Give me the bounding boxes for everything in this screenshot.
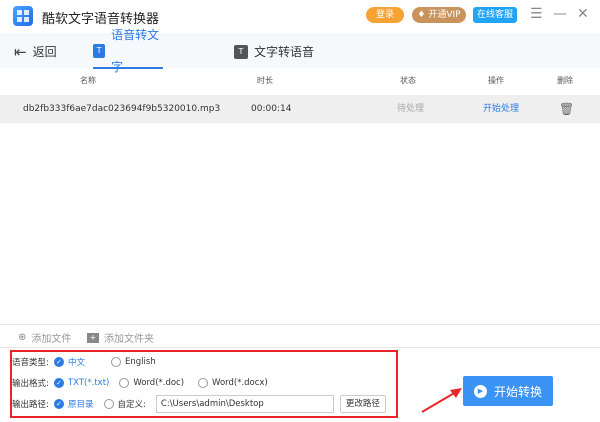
header-status: 状态 (400, 76, 416, 85)
table-row[interactable]: db2fb333f6ae7dac023694f9b5320010.mp3 00:… (0, 95, 600, 123)
app-logo-icon (13, 6, 33, 26)
radio-chinese[interactable]: ✓ 中文 (54, 356, 85, 368)
radio-docx[interactable]: Word(*.docx) (198, 378, 268, 388)
vip-label: 开通VIP (428, 10, 461, 20)
minimize-icon[interactable]: — (553, 6, 567, 22)
check-icon: ✓ (54, 357, 64, 367)
back-label: 返回 (32, 45, 57, 59)
radio-label: 中文 (68, 358, 86, 368)
back-icon: ⇤ (14, 43, 27, 61)
file-status: 待处理 (397, 104, 425, 114)
output-format-row: 输出格式: ✓ TXT(*.txt) Word(*.doc) Word(*.doc… (12, 373, 282, 393)
add-bar: ⊕ 添加文件 + 添加文件夹 (0, 324, 600, 348)
text-to-speech-icon: T (234, 45, 248, 59)
header-name: 名称 (80, 76, 96, 85)
close-icon[interactable]: ✕ (577, 6, 589, 22)
back-button[interactable]: ⇤ 返回 (14, 35, 57, 69)
tab-speech-to-text[interactable]: T 语音转文字 (93, 28, 163, 74)
check-icon: ✓ (54, 378, 64, 388)
check-icon: ✓ (54, 399, 64, 409)
add-folder-label: 添加文件夹 (104, 334, 154, 345)
play-icon: ▶ (473, 384, 487, 398)
output-format-label: 输出格式: (12, 379, 49, 389)
radio-english[interactable]: English (111, 357, 156, 367)
radio-circle-icon (119, 378, 130, 388)
add-file-button[interactable]: ⊕ 添加文件 (18, 330, 71, 345)
output-path-label: 输出路径: (12, 400, 49, 410)
file-duration: 00:00:14 (251, 104, 292, 114)
speech-to-text-icon: T (93, 44, 106, 58)
menu-icon[interactable]: ☰ (530, 6, 543, 22)
voice-type-label: 语音类型: (12, 358, 49, 368)
header-duration: 时长 (257, 76, 273, 85)
header-action: 操作 (488, 76, 504, 85)
output-path-row: 输出路径: ✓ 原目录 自定义: C:\Users\admin\Desktop 更… (12, 394, 386, 414)
options-panel: 语音类型: ✓ 中文 English 输出格式: ✓ TXT(*.txt) Word… (10, 350, 398, 418)
radio-circle-icon (111, 357, 122, 367)
tab-bar: ⇤ 返回 T 语音转文字 T 文字转语音 (0, 28, 600, 74)
add-folder-button[interactable]: + 添加文件夹 (87, 330, 154, 345)
trash-icon[interactable]: 🗑 (559, 95, 574, 123)
radio-label: English (125, 357, 156, 367)
radio-custom[interactable]: 自定义: (103, 398, 146, 410)
radio-txt[interactable]: ✓ TXT(*.txt) (54, 378, 109, 388)
plus-circle-icon: ⊕ (18, 332, 27, 343)
radio-original-dir[interactable]: ✓ 原目录 (54, 398, 94, 410)
radio-circle-icon (103, 399, 114, 409)
tab-text-to-speech[interactable]: T 文字转语音 (234, 35, 314, 69)
radio-label: 原目录 (68, 400, 94, 410)
file-name: db2fb333f6ae7dac023694f9b5320010.mp3 (23, 104, 221, 114)
voice-type-row: 语音类型: ✓ 中文 English (12, 352, 170, 372)
header-delete: 删除 (557, 76, 573, 85)
vip-button[interactable]: ♦ 开通VIP (412, 7, 466, 23)
output-path-input[interactable]: C:\Users\admin\Desktop (155, 395, 334, 413)
radio-label: TXT(*.txt) (68, 378, 110, 388)
login-button[interactable]: 登录 (366, 7, 404, 23)
radio-doc[interactable]: Word(*.doc) (119, 378, 184, 388)
title-bar: 酷软文字语音转换器 登录 ♦ 开通VIP 在线客服 ☰ — ✕ (0, 0, 600, 33)
radio-label: 自定义: (117, 400, 146, 410)
radio-label: Word(*.docx) (212, 378, 268, 388)
radio-circle-icon (198, 378, 209, 388)
red-arrow-annotation (421, 388, 462, 413)
tab-label: 文字转语音 (254, 45, 315, 59)
start-convert-button[interactable]: ▶ 开始转换 (463, 376, 553, 406)
start-convert-label: 开始转换 (493, 384, 542, 399)
add-file-label: 添加文件 (31, 334, 72, 345)
start-process-link[interactable]: 开始处理 (483, 95, 519, 123)
table-header: 名称 时长 状态 操作 删除 (0, 69, 600, 93)
folder-icon: + (87, 332, 99, 343)
service-button[interactable]: 在线客服 (473, 7, 517, 23)
change-path-button[interactable]: 更改路径 (339, 395, 386, 413)
radio-label: Word(*.doc) (133, 378, 185, 388)
